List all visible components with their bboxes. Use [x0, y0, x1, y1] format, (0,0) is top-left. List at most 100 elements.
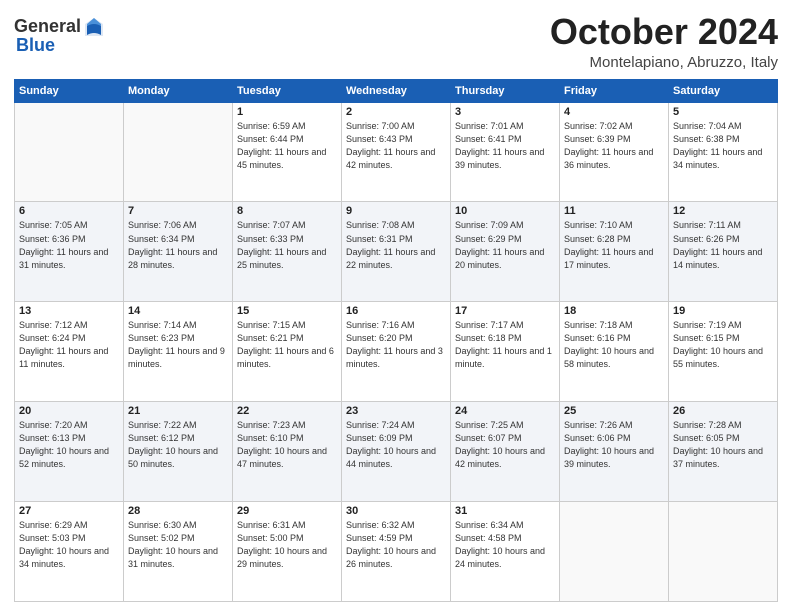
day-info: Sunrise: 7:02 AM Sunset: 6:39 PM Dayligh… — [564, 120, 664, 172]
calendar-cell: 15 Sunrise: 7:15 AM Sunset: 6:21 PM Dayli… — [233, 302, 342, 402]
day-number: 7 — [128, 205, 228, 217]
calendar-cell: 22Sunrise: 7:23 AM Sunset: 6:10 PM Dayli… — [233, 402, 342, 502]
calendar-week-row: 13 Sunrise: 7:12 AM Sunset: 6:24 PM Dayli… — [15, 302, 778, 402]
logo-blue-text: Blue — [16, 36, 105, 56]
day-info: Sunrise: 7:06 AM Sunset: 6:34 PM Dayligh… — [128, 219, 228, 271]
day-number: 2 — [346, 106, 446, 118]
calendar-week-row: 20Sunrise: 7:20 AM Sunset: 6:13 PM Dayli… — [15, 402, 778, 502]
calendar-cell: 30Sunrise: 6:32 AM Sunset: 4:59 PM Dayli… — [342, 502, 451, 602]
calendar-cell: 28Sunrise: 6:30 AM Sunset: 5:02 PM Dayli… — [124, 502, 233, 602]
day-number: 1 — [237, 106, 337, 118]
day-number: 19 — [673, 305, 773, 317]
weekday-header: Wednesday — [342, 79, 451, 102]
calendar-cell: 26 Sunrise: 7:28 AM Sunset: 6:05 PM Dayli… — [669, 402, 778, 502]
day-info: Sunrise: 7:14 AM Sunset: 6:23 PM Dayligh… — [128, 319, 228, 371]
weekday-header: Thursday — [451, 79, 560, 102]
weekday-header: Monday — [124, 79, 233, 102]
calendar-cell: 23Sunrise: 7:24 AM Sunset: 6:09 PM Dayli… — [342, 402, 451, 502]
day-number: 26 — [673, 405, 773, 417]
calendar-cell: 20Sunrise: 7:20 AM Sunset: 6:13 PM Dayli… — [15, 402, 124, 502]
weekday-header: Friday — [560, 79, 669, 102]
day-number: 24 — [455, 405, 555, 417]
day-info: Sunrise: 7:09 AM Sunset: 6:29 PM Dayligh… — [455, 219, 555, 271]
calendar-cell: 19 Sunrise: 7:19 AM Sunset: 6:15 PM Dayli… — [669, 302, 778, 402]
calendar-page: General Blue October 2024 Montelapiano, … — [0, 0, 792, 612]
calendar-cell: 29 Sunrise: 6:31 AM Sunset: 5:00 PM Dayli… — [233, 502, 342, 602]
day-info: Sunrise: 6:59 AM Sunset: 6:44 PM Dayligh… — [237, 120, 337, 172]
day-number: 8 — [237, 205, 337, 217]
calendar-cell — [124, 102, 233, 202]
day-info: Sunrise: 6:29 AM Sunset: 5:03 PM Dayligh… — [19, 519, 119, 571]
day-number: 3 — [455, 106, 555, 118]
day-info: Sunrise: 7:07 AM Sunset: 6:33 PM Dayligh… — [237, 219, 337, 271]
calendar-cell: 14Sunrise: 7:14 AM Sunset: 6:23 PM Dayli… — [124, 302, 233, 402]
day-info: Sunrise: 7:17 AM Sunset: 6:18 PM Dayligh… — [455, 319, 555, 371]
calendar-cell: 31 Sunrise: 6:34 AM Sunset: 4:58 PM Dayli… — [451, 502, 560, 602]
calendar-cell: 8 Sunrise: 7:07 AM Sunset: 6:33 PM Daylig… — [233, 202, 342, 302]
month-title: October 2024 — [550, 12, 778, 52]
calendar-week-row: 6Sunrise: 7:05 AM Sunset: 6:36 PM Daylig… — [15, 202, 778, 302]
day-info: Sunrise: 7:26 AM Sunset: 6:06 PM Dayligh… — [564, 419, 664, 471]
day-number: 17 — [455, 305, 555, 317]
day-info: Sunrise: 7:12 AM Sunset: 6:24 PM Dayligh… — [19, 319, 119, 371]
calendar-cell: 2 Sunrise: 7:00 AM Sunset: 6:43 PM Daylig… — [342, 102, 451, 202]
day-number: 22 — [237, 405, 337, 417]
day-info: Sunrise: 7:18 AM Sunset: 6:16 PM Dayligh… — [564, 319, 664, 371]
day-number: 13 — [19, 305, 119, 317]
calendar-table: SundayMondayTuesdayWednesdayThursdayFrid… — [14, 79, 778, 602]
calendar-cell: 6Sunrise: 7:05 AM Sunset: 6:36 PM Daylig… — [15, 202, 124, 302]
calendar-cell: 16 Sunrise: 7:16 AM Sunset: 6:20 PM Dayli… — [342, 302, 451, 402]
calendar-cell: 5 Sunrise: 7:04 AM Sunset: 6:38 PM Daylig… — [669, 102, 778, 202]
day-info: Sunrise: 7:00 AM Sunset: 6:43 PM Dayligh… — [346, 120, 446, 172]
calendar-week-row: 1 Sunrise: 6:59 AM Sunset: 6:44 PM Daylig… — [15, 102, 778, 202]
day-info: Sunrise: 7:01 AM Sunset: 6:41 PM Dayligh… — [455, 120, 555, 172]
calendar-cell: 4 Sunrise: 7:02 AM Sunset: 6:39 PM Daylig… — [560, 102, 669, 202]
day-info: Sunrise: 7:28 AM Sunset: 6:05 PM Dayligh… — [673, 419, 773, 471]
calendar-cell: 27 Sunrise: 6:29 AM Sunset: 5:03 PM Dayli… — [15, 502, 124, 602]
day-number: 31 — [455, 505, 555, 517]
logo-general-text: General — [14, 17, 81, 37]
day-number: 5 — [673, 106, 773, 118]
calendar-week-row: 27 Sunrise: 6:29 AM Sunset: 5:03 PM Dayli… — [15, 502, 778, 602]
day-info: Sunrise: 7:05 AM Sunset: 6:36 PM Dayligh… — [19, 219, 119, 271]
day-info: Sunrise: 7:10 AM Sunset: 6:28 PM Dayligh… — [564, 219, 664, 271]
day-number: 30 — [346, 505, 446, 517]
weekday-header: Sunday — [15, 79, 124, 102]
calendar-cell: 25 Sunrise: 7:26 AM Sunset: 6:06 PM Dayli… — [560, 402, 669, 502]
calendar-cell — [669, 502, 778, 602]
weekday-header: Saturday — [669, 79, 778, 102]
calendar-cell: 12 Sunrise: 7:11 AM Sunset: 6:26 PM Dayli… — [669, 202, 778, 302]
day-number: 27 — [19, 505, 119, 517]
day-info: Sunrise: 7:16 AM Sunset: 6:20 PM Dayligh… — [346, 319, 446, 371]
day-number: 11 — [564, 205, 664, 217]
day-number: 10 — [455, 205, 555, 217]
calendar-cell: 21 Sunrise: 7:22 AM Sunset: 6:12 PM Dayli… — [124, 402, 233, 502]
day-info: Sunrise: 7:11 AM Sunset: 6:26 PM Dayligh… — [673, 219, 773, 271]
day-number: 18 — [564, 305, 664, 317]
day-info: Sunrise: 7:08 AM Sunset: 6:31 PM Dayligh… — [346, 219, 446, 271]
day-info: Sunrise: 7:20 AM Sunset: 6:13 PM Dayligh… — [19, 419, 119, 471]
weekday-header: Tuesday — [233, 79, 342, 102]
calendar-cell: 18 Sunrise: 7:18 AM Sunset: 6:16 PM Dayli… — [560, 302, 669, 402]
day-info: Sunrise: 6:31 AM Sunset: 5:00 PM Dayligh… — [237, 519, 337, 571]
title-block: October 2024 Montelapiano, Abruzzo, Ital… — [550, 12, 778, 71]
location-title: Montelapiano, Abruzzo, Italy — [550, 54, 778, 71]
day-info: Sunrise: 7:22 AM Sunset: 6:12 PM Dayligh… — [128, 419, 228, 471]
day-number: 28 — [128, 505, 228, 517]
calendar-cell: 11 Sunrise: 7:10 AM Sunset: 6:28 PM Dayli… — [560, 202, 669, 302]
day-info: Sunrise: 7:19 AM Sunset: 6:15 PM Dayligh… — [673, 319, 773, 371]
day-number: 29 — [237, 505, 337, 517]
calendar-cell: 3 Sunrise: 7:01 AM Sunset: 6:41 PM Daylig… — [451, 102, 560, 202]
calendar-cell: 24Sunrise: 7:25 AM Sunset: 6:07 PM Dayli… — [451, 402, 560, 502]
day-number: 23 — [346, 405, 446, 417]
day-number: 12 — [673, 205, 773, 217]
day-number: 4 — [564, 106, 664, 118]
calendar-cell: 17 Sunrise: 7:17 AM Sunset: 6:18 PM Dayli… — [451, 302, 560, 402]
day-number: 21 — [128, 405, 228, 417]
day-number: 15 — [237, 305, 337, 317]
day-number: 25 — [564, 405, 664, 417]
day-number: 16 — [346, 305, 446, 317]
day-info: Sunrise: 6:34 AM Sunset: 4:58 PM Dayligh… — [455, 519, 555, 571]
day-info: Sunrise: 7:15 AM Sunset: 6:21 PM Dayligh… — [237, 319, 337, 371]
day-info: Sunrise: 7:04 AM Sunset: 6:38 PM Dayligh… — [673, 120, 773, 172]
